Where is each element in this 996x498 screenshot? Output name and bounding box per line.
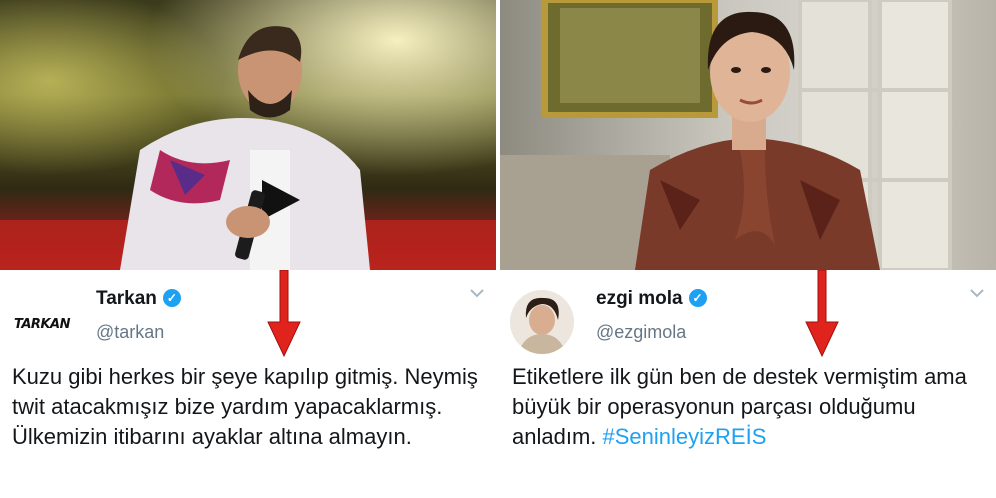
tarkan-logo-icon: TARKAN — [10, 290, 74, 354]
tarkan-tweet-card: TARKAN Tarkan ✓ @tarkan Kuzu gibi herkes … — [0, 270, 496, 498]
display-name[interactable]: Tarkan ✓ — [96, 288, 181, 310]
verified-badge-icon: ✓ — [162, 289, 181, 307]
red-arrow-down-icon — [267, 270, 301, 358]
verified-badge-icon: ✓ — [688, 289, 707, 307]
svg-text:TARKAN: TARKAN — [14, 317, 71, 332]
ezgi-photo-illustration — [500, 0, 952, 270]
user-handle[interactable]: @tarkan — [96, 322, 164, 343]
tarkan-photo-illustration — [0, 0, 496, 270]
hashtag-link[interactable]: #SeninleyizREİS — [603, 424, 767, 449]
profile-photo-icon — [510, 290, 574, 354]
tarkan-logo-avatar[interactable]: TARKAN — [10, 290, 74, 354]
ezgi-tweet-card: ezgi mola ✓ @ezgimola Etiketlere ilk gün … — [500, 270, 996, 498]
ezgi-mola-photo — [500, 0, 996, 270]
ezgi-avatar[interactable] — [510, 290, 574, 354]
tweet-text: Etiketlere ilk gün ben de destek vermişt… — [512, 364, 967, 449]
user-handle[interactable]: @ezgimola — [596, 322, 686, 343]
tarkan-concert-photo — [0, 0, 496, 270]
chevron-down-icon[interactable] — [470, 288, 484, 298]
left-tweet-panel: TARKAN Tarkan ✓ @tarkan Kuzu gibi herkes … — [0, 0, 496, 498]
display-name[interactable]: ezgi mola ✓ — [596, 288, 707, 310]
chevron-down-icon[interactable] — [970, 288, 984, 298]
red-arrow-down-icon — [805, 270, 839, 358]
tweet-text: Kuzu gibi herkes bir şeye kapılıp gitmiş… — [12, 364, 478, 449]
right-tweet-panel: ezgi mola ✓ @ezgimola Etiketlere ilk gün … — [500, 0, 996, 498]
